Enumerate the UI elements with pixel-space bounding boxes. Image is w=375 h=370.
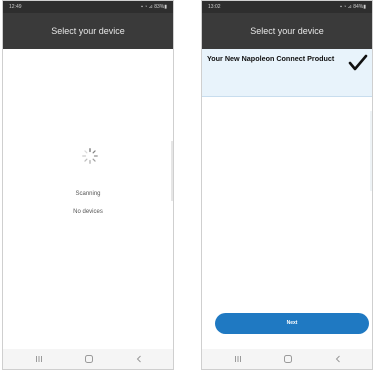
header-bar: Select your device [202,13,372,49]
status-bar: 12:49 ▪ ◔ ⊿ 83%▮ [3,1,173,13]
device-list-item[interactable]: Your New Napoleon Connect Product [202,49,372,97]
status-icons: ▪ ◔ ⊿ 84%▮ [340,4,366,10]
status-bar: 13:02 ▪ ◔ ⊿ 84%▮ [202,1,372,13]
phone-screen-scanning: 12:49 ▪ ◔ ⊿ 83%▮ Select your device Scan… [2,0,174,370]
phone-screen-device-found: 13:02 ▪ ◔ ⊿ 84%▮ Select your device Your… [201,0,373,370]
status-time: 13:02 [208,4,221,10]
system-nav-bar [3,349,173,369]
no-devices-label: No devices [73,209,103,215]
header-bar: Select your device [3,13,173,49]
scanning-label: Scanning [75,191,101,197]
scrollbar[interactable] [370,111,372,191]
checkmark-icon [348,54,368,71]
system-nav-bar [202,349,372,369]
device-list-area: Scanning No devices [3,49,173,349]
home-icon[interactable] [282,353,294,365]
scrollbar[interactable] [171,141,173,201]
back-icon[interactable] [133,353,145,365]
next-button[interactable]: Next [215,313,369,334]
recents-icon[interactable] [232,353,244,365]
recents-icon[interactable] [33,353,45,365]
home-icon[interactable] [83,353,95,365]
back-icon[interactable] [332,353,344,365]
page-title: Select your device [51,26,125,36]
loading-spinner-icon [82,148,98,164]
device-list-area: Your New Napoleon Connect Product Next [202,49,372,349]
status-time: 12:49 [9,4,22,10]
page-title: Select your device [250,26,324,36]
device-name: Your New Napoleon Connect Product [207,54,335,63]
status-icons: ▪ ◔ ⊿ 83%▮ [141,4,167,10]
